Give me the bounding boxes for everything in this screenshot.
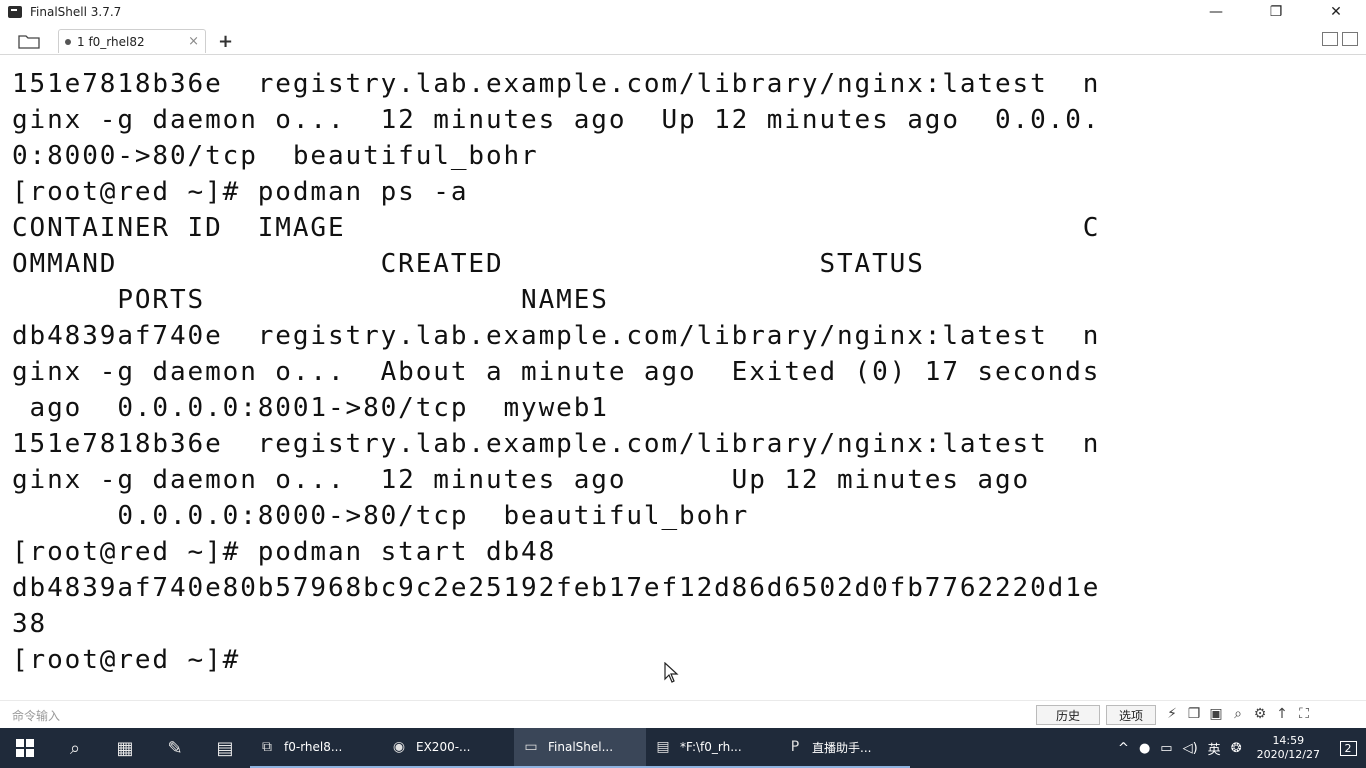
- layout-icons: [1322, 32, 1358, 46]
- tab-close-icon[interactable]: ×: [188, 34, 199, 49]
- taskbar-app-finalshell[interactable]: ▭ FinalShel...: [514, 728, 646, 768]
- notepad-icon: ▤: [656, 739, 670, 755]
- clock[interactable]: 14:59 2020/12/27: [1257, 734, 1320, 762]
- close-button[interactable]: ✕: [1306, 0, 1366, 24]
- finalshell-app-icon: [8, 6, 22, 18]
- terminal-line: 38: [12, 609, 48, 639]
- window-title: FinalShell 3.7.7: [30, 5, 122, 19]
- windows-logo-icon: [16, 739, 34, 757]
- add-tab-button[interactable]: +: [218, 31, 233, 52]
- calculator-icon[interactable]: ▤: [200, 728, 250, 768]
- lightning-icon[interactable]: ⚡: [1164, 705, 1180, 723]
- taskbar-app-label: FinalShel...: [548, 740, 614, 754]
- paste-icon[interactable]: ▣: [1208, 705, 1224, 723]
- terminal-line: 151e7818b36e registry.lab.example.com/li…: [12, 69, 1101, 99]
- taskbar-app-vm[interactable]: ⧉ f0-rhel8...: [250, 728, 382, 768]
- windows-taskbar: ⌕ ▦ ✎ ▤ ⧉ f0-rhel8... ◉ EX200-... ▭ Fina…: [0, 728, 1366, 768]
- live-assistant-icon: P: [790, 739, 800, 755]
- terminal-line: 0.0.0.0:8000->80/tcp beautiful_bohr: [12, 501, 750, 531]
- mouse-cursor-icon: [664, 662, 679, 683]
- tab-bar: 1 f0_rhel82 × +: [0, 28, 1366, 55]
- input-tool-icons: ⚡ ❐ ▣ ⌕ ⚙ ↑ ⛶: [1164, 705, 1312, 723]
- terminal-line: 0:8000->80/tcp beautiful_bohr: [12, 141, 539, 171]
- taskbar-app-label: f0-rhel8...: [284, 740, 343, 754]
- notification-count: 2: [1339, 740, 1357, 756]
- chevron-up-icon[interactable]: ^: [1118, 741, 1129, 756]
- terminal-line: ginx -g daemon o... 12 minutes ago Up 12…: [12, 465, 1031, 495]
- terminal-line: db4839af740e80b57968bc9c2e25192feb17ef12…: [12, 573, 1101, 603]
- terminal-line: PORTS NAMES: [12, 285, 609, 315]
- options-button[interactable]: 选项: [1106, 705, 1156, 725]
- history-button[interactable]: 历史: [1036, 705, 1100, 725]
- upload-icon[interactable]: ↑: [1274, 705, 1290, 723]
- restore-button[interactable]: ❐: [1246, 0, 1306, 24]
- copy-icon[interactable]: ❐: [1186, 705, 1202, 723]
- chrome-icon: ◉: [392, 739, 406, 755]
- terminal-line: [root@red ~]# podman start db48: [12, 537, 557, 567]
- volume-icon[interactable]: ◁): [1183, 741, 1198, 756]
- vm-icon: ⧉: [262, 739, 272, 755]
- command-input-bar: 命令输入 历史 选项 ⚡ ❐ ▣ ⌕ ⚙ ↑ ⛶: [0, 700, 1366, 729]
- start-button[interactable]: [0, 728, 50, 768]
- ime-tool-icon[interactable]: ❂: [1231, 741, 1242, 756]
- minimize-button[interactable]: —: [1186, 0, 1246, 24]
- window-controls: — ❐ ✕: [1186, 0, 1366, 24]
- taskbar-app-live-assistant[interactable]: P 直播助手...: [778, 728, 910, 768]
- terminal-line: OMMAND CREATED STATUS: [12, 249, 925, 279]
- taskbar-app-notepad[interactable]: ▤ *F:\f0_rh...: [646, 728, 778, 768]
- microphone-icon[interactable]: ●: [1139, 741, 1150, 756]
- session-status-icon: [65, 38, 71, 45]
- folder-icon[interactable]: [14, 31, 44, 51]
- clock-time: 14:59: [1272, 734, 1305, 747]
- taskbar-app-label: 直播助手...: [812, 740, 872, 755]
- command-input[interactable]: 命令输入: [12, 707, 60, 724]
- clock-date: 2020/12/27: [1256, 748, 1320, 761]
- terminal-line: 151e7818b36e registry.lab.example.com/li…: [12, 429, 1101, 459]
- terminal-output[interactable]: 151e7818b36e registry.lab.example.com/li…: [0, 64, 1366, 700]
- finalshell-icon: ▭: [524, 739, 538, 755]
- taskbar-app-chrome[interactable]: ◉ EX200-...: [382, 728, 514, 768]
- network-icon[interactable]: ▭: [1160, 741, 1172, 756]
- taskbar-app-label: EX200-...: [416, 740, 471, 754]
- tab-session[interactable]: 1 f0_rhel82 ×: [58, 29, 206, 53]
- ime-indicator[interactable]: 英: [1208, 739, 1221, 758]
- system-tray: ^ ● ▭ ◁) 英 ❂ 14:59 2020/12/27 2: [1113, 728, 1366, 768]
- taskbar-app-label: *F:\f0_rh...: [680, 740, 742, 754]
- media-player-icon[interactable]: ▦: [100, 728, 150, 768]
- terminal-line: ginx -g daemon o... 12 minutes ago Up 12…: [12, 105, 1101, 135]
- terminal-line: db4839af740e registry.lab.example.com/li…: [12, 321, 1101, 351]
- terminal-line: CONTAINER ID IMAGE C: [12, 213, 1101, 243]
- terminal-line: ago 0.0.0.0:8001->80/tcp myweb1: [12, 393, 609, 423]
- terminal-line: [root@red ~]# podman ps -a: [12, 177, 469, 207]
- fullscreen-icon[interactable]: ⛶: [1296, 705, 1312, 723]
- title-bar: FinalShell 3.7.7 — ❐ ✕: [0, 0, 1366, 24]
- terminal-prompt: [root@red ~]#: [12, 645, 241, 675]
- grid-layout-icon[interactable]: [1322, 32, 1338, 46]
- search-icon[interactable]: ⌕: [1230, 705, 1246, 723]
- notification-icon[interactable]: 2: [1330, 728, 1366, 768]
- paint-icon[interactable]: ✎: [150, 728, 200, 768]
- split-layout-icon[interactable]: [1342, 32, 1358, 46]
- tab-label: 1 f0_rhel82: [77, 34, 145, 49]
- gear-icon[interactable]: ⚙: [1252, 705, 1268, 723]
- search-icon[interactable]: ⌕: [50, 728, 100, 768]
- terminal-line: ginx -g daemon o... About a minute ago E…: [12, 357, 1101, 387]
